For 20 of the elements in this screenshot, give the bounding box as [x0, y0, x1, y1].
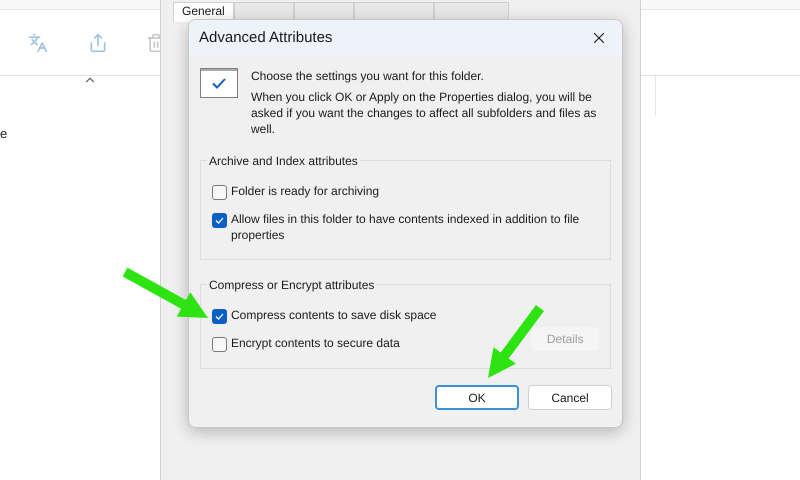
cancel-button[interactable]: Cancel — [528, 385, 612, 410]
translate-icon[interactable] — [28, 33, 48, 53]
ok-button[interactable]: OK — [435, 385, 519, 410]
option-label: Folder is ready for archiving — [231, 183, 380, 199]
dialog-title: Advanced Attributes — [199, 28, 332, 48]
option-label: Compress contents to save disk space — [231, 307, 438, 323]
intro-text: Choose the settings you want for this folder. — [251, 68, 485, 84]
option-label: Allow files in this folder to have contents indexed in addition to file properties — [231, 211, 580, 243]
option-label: Encrypt contents to secure data — [231, 335, 401, 351]
checkbox[interactable] — [212, 213, 227, 228]
tab[interactable]: General — [173, 2, 234, 22]
check-icon — [215, 217, 224, 224]
check-icon — [215, 313, 224, 320]
partial-text: e — [0, 125, 8, 143]
description-text: When you click OK or Apply on the Properties dialog, you will be asked if you want the changes to affect all subfolders and files as well. — [251, 89, 598, 137]
checkbox[interactable] — [212, 337, 227, 352]
checkbox[interactable] — [212, 309, 227, 324]
share-icon[interactable] — [88, 33, 108, 53]
checkmark-icon — [200, 68, 238, 98]
checkbox[interactable] — [212, 185, 227, 200]
